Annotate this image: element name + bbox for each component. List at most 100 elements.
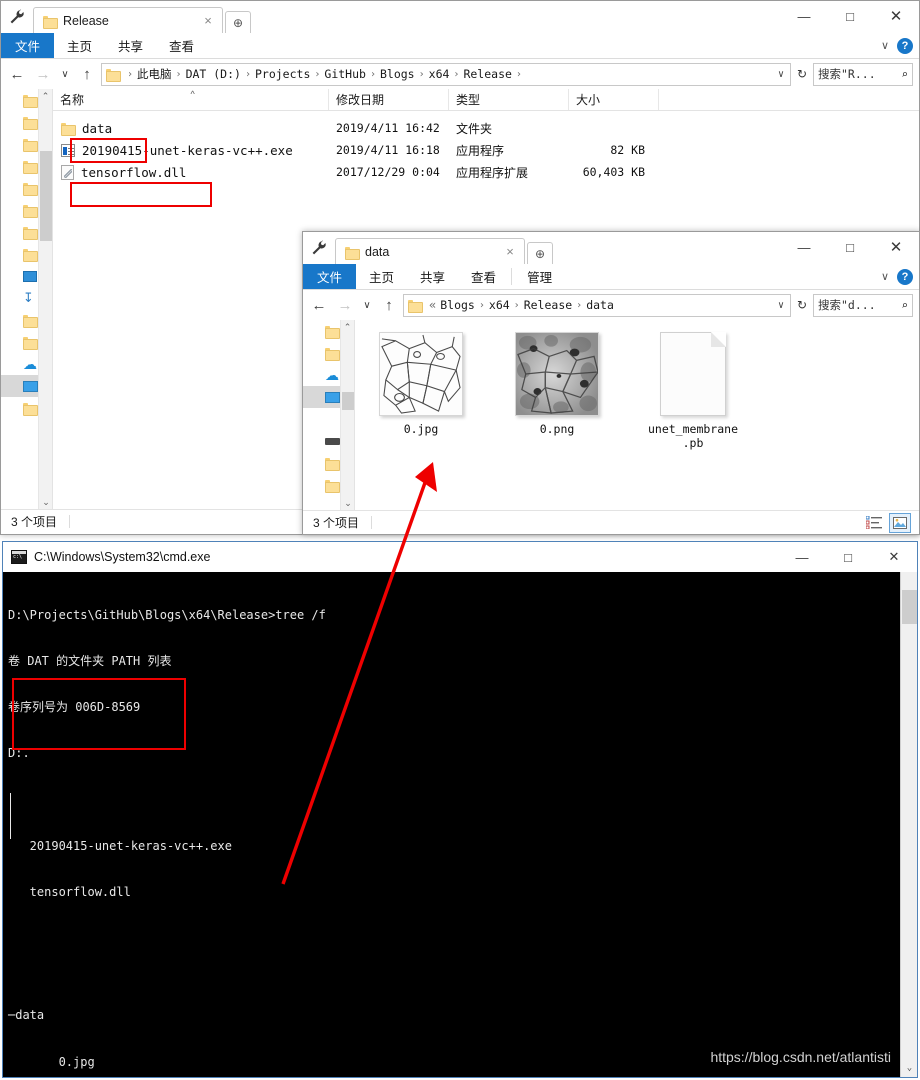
scrollbar-thumb[interactable] <box>40 151 52 241</box>
window-controls[interactable]: — □ ✕ <box>781 1 919 31</box>
scroll-down-icon[interactable]: ⌄ <box>39 495 52 509</box>
table-row[interactable]: tensorflow.dll 2017/12/29 0:04 应用程序扩展 60… <box>53 161 919 183</box>
search-input[interactable]: 搜索"R... ⌕ <box>813 62 913 86</box>
title-bar[interactable]: Release × ⊕ — □ ✕ <box>1 1 919 33</box>
address-dropdown-icon[interactable]: ∨ <box>774 69 788 80</box>
scroll-down-icon[interactable]: ⌄ <box>901 1060 917 1077</box>
ribbon-tab-home[interactable]: 主页 <box>54 33 105 58</box>
search-input[interactable]: 搜索"d... ⌕ <box>813 293 913 317</box>
nav-scrollbar[interactable]: ⌃ ⌄ <box>38 89 52 509</box>
details-view-button[interactable] <box>863 513 885 533</box>
address-dropdown-icon[interactable]: ∨ <box>774 300 788 311</box>
table-row[interactable]: data 2019/4/11 16:42 文件夹 <box>53 117 919 139</box>
navigation-pane[interactable]: ☁ ⌃ ⌄ <box>303 320 355 510</box>
refresh-button[interactable]: ↻ <box>793 298 811 312</box>
quick-access-toolbar-icon[interactable] <box>1 1 33 33</box>
column-header-date[interactable]: 修改日期 <box>329 89 449 110</box>
breadcrumb-item-1[interactable]: x64 <box>489 298 510 312</box>
scroll-up-icon[interactable]: ⌃ <box>39 89 52 103</box>
maximize-button[interactable]: □ <box>827 1 873 31</box>
console-scrollbar[interactable]: ⌃ ⌄ <box>900 572 917 1077</box>
maximize-button[interactable]: □ <box>827 232 873 262</box>
tab-release[interactable]: Release × <box>33 7 223 33</box>
column-headers[interactable]: ^ 名称 修改日期 类型 大小 <box>53 89 919 111</box>
breadcrumb-item-6[interactable]: Release <box>463 67 511 81</box>
ribbon-tab-share[interactable]: 共享 <box>105 33 156 58</box>
recent-locations-button[interactable]: ∨ <box>359 293 375 317</box>
close-button[interactable]: ✕ <box>873 1 919 31</box>
console-output[interactable]: D:\Projects\GitHub\Blogs\x64\Release>tre… <box>3 572 917 1077</box>
explorer-window-data[interactable]: data × ⊕ — □ ✕ 文件 主页 共享 查看 管理 ∨ ? ← → ∨ … <box>302 231 920 535</box>
title-bar[interactable]: C:\Windows\System32\cmd.exe — □ ✕ <box>3 542 917 572</box>
quick-access-toolbar-icon[interactable] <box>303 232 335 264</box>
breadcrumb-item-4[interactable]: Blogs <box>380 67 415 81</box>
table-row[interactable]: 20190415-unet-keras-vc++.exe 2019/4/11 1… <box>53 139 919 161</box>
chevron-down-icon[interactable]: ∨ <box>881 39 889 52</box>
ribbon-tab-home[interactable]: 主页 <box>356 264 407 289</box>
minimize-button[interactable]: — <box>781 1 827 31</box>
command-prompt-window[interactable]: C:\Windows\System32\cmd.exe — □ ✕ D:\Pro… <box>2 541 918 1078</box>
window-controls[interactable]: — □ ✕ <box>779 542 917 572</box>
folder-icon <box>61 122 76 136</box>
ribbon-tabs[interactable]: 文件 主页 共享 查看 管理 ∨ ? <box>303 264 919 290</box>
list-item[interactable]: unet_membrane .pb <box>645 332 741 451</box>
forward-button[interactable]: → <box>31 62 55 86</box>
maximize-button[interactable]: □ <box>825 542 871 572</box>
breadcrumb-overflow-icon[interactable]: « <box>425 298 440 312</box>
thumbnail-0-png <box>515 332 599 416</box>
close-icon[interactable]: × <box>502 244 518 259</box>
title-bar[interactable]: data × ⊕ — □ ✕ <box>303 232 919 264</box>
ribbon-tab-view[interactable]: 查看 <box>156 33 207 58</box>
back-button[interactable]: ← <box>307 293 331 317</box>
chevron-down-icon[interactable]: ∨ <box>881 270 889 283</box>
window-controls[interactable]: — □ ✕ <box>781 232 919 262</box>
breadcrumb-item-5[interactable]: x64 <box>429 67 450 81</box>
breadcrumb-item-2[interactable]: Projects <box>255 67 310 81</box>
minimize-button[interactable]: — <box>781 232 827 262</box>
close-icon[interactable]: × <box>200 13 216 28</box>
breadcrumb[interactable]: « Blogs › x64 › Release › data ∨ <box>403 293 791 317</box>
list-item[interactable]: 0.jpg <box>373 332 469 451</box>
tab-data[interactable]: data × <box>335 238 525 264</box>
help-icon[interactable]: ? <box>897 37 913 54</box>
up-button[interactable]: ↑ <box>377 293 401 317</box>
ribbon-tab-file[interactable]: 文件 <box>303 264 357 289</box>
ribbon-tab-share[interactable]: 共享 <box>407 264 458 289</box>
navigation-pane[interactable]: ↧ ☁ ⌃ ⌄ <box>1 89 53 509</box>
nav-scrollbar[interactable]: ⌃ ⌄ <box>340 320 354 510</box>
ribbon-tab-view[interactable]: 查看 <box>458 264 509 289</box>
forward-button[interactable]: → <box>333 293 357 317</box>
up-button[interactable]: ↑ <box>75 62 99 86</box>
close-button[interactable]: ✕ <box>871 542 917 572</box>
breadcrumb-item-0[interactable]: 此电脑 <box>137 66 172 82</box>
ribbon-tab-file[interactable]: 文件 <box>1 33 55 58</box>
column-header-size[interactable]: 大小 <box>569 89 659 110</box>
help-icon[interactable]: ? <box>897 268 913 285</box>
close-button[interactable]: ✕ <box>873 232 919 262</box>
scroll-down-icon[interactable]: ⌄ <box>341 496 354 510</box>
scroll-up-icon[interactable]: ⌃ <box>341 320 354 334</box>
breadcrumb-item-1[interactable]: DAT (D:) <box>186 67 241 81</box>
list-item[interactable]: 0.png <box>509 332 605 451</box>
address-bar[interactable]: ← → ∨ ↑ « Blogs › x64 › Release › data ∨… <box>303 290 919 320</box>
breadcrumb-item-0[interactable]: Blogs <box>440 298 475 312</box>
column-header-name[interactable]: ^ 名称 <box>53 89 329 110</box>
refresh-button[interactable]: ↻ <box>793 67 811 81</box>
ribbon-tabs[interactable]: 文件 主页 共享 查看 ∨ ? <box>1 33 919 59</box>
breadcrumb-item-3[interactable]: data <box>586 298 614 312</box>
large-icons-view-button[interactable] <box>889 512 911 533</box>
scrollbar-thumb[interactable] <box>902 590 917 624</box>
tile-pane[interactable]: 0.jpg 0.png unet_membrane .pb <box>355 320 919 510</box>
column-header-type[interactable]: 类型 <box>449 89 569 110</box>
minimize-button[interactable]: — <box>779 542 825 572</box>
scrollbar-thumb[interactable] <box>342 392 354 410</box>
new-tab-button[interactable]: ⊕ <box>527 242 553 264</box>
ribbon-tab-manage[interactable]: 管理 <box>514 264 565 289</box>
recent-locations-button[interactable]: ∨ <box>57 62 73 86</box>
breadcrumb-item-2[interactable]: Release <box>524 298 572 312</box>
address-bar[interactable]: ← → ∨ ↑ › 此电脑 › DAT (D:) › Projects › Gi… <box>1 59 919 89</box>
back-button[interactable]: ← <box>5 62 29 86</box>
new-tab-button[interactable]: ⊕ <box>225 11 251 33</box>
breadcrumb[interactable]: › 此电脑 › DAT (D:) › Projects › GitHub › B… <box>101 62 791 86</box>
breadcrumb-item-3[interactable]: GitHub <box>324 67 366 81</box>
